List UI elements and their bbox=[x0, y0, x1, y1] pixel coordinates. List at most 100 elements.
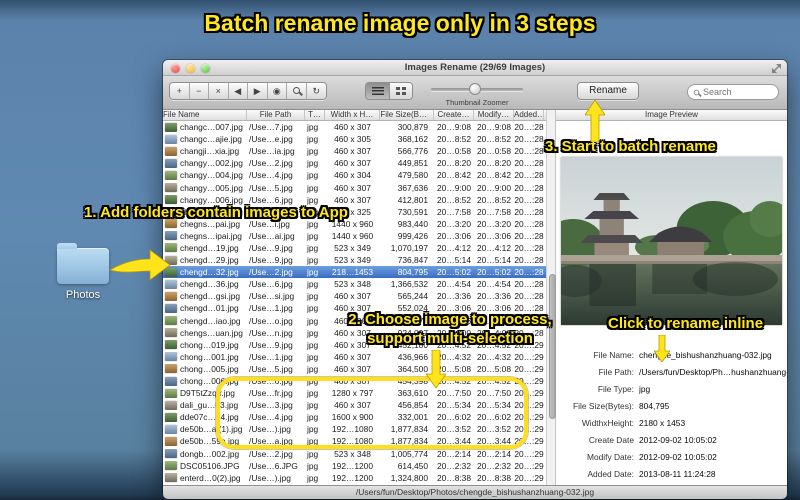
file-thumbnail-icon bbox=[165, 364, 177, 374]
table-row[interactable]: dongb…002.jpg /Use…2.jpg jpg 523 x 348 1… bbox=[163, 448, 546, 460]
column-header-modified[interactable]: Modify… bbox=[474, 110, 514, 120]
column-header-path[interactable]: File Path bbox=[247, 110, 305, 120]
file-size-cell: 999,426 bbox=[397, 230, 428, 241]
file-name-cell: chengd…01.jpg bbox=[180, 303, 239, 314]
table-row[interactable]: chengd…19.jpg /Use…9.jpg jpg 523 x 349 1… bbox=[163, 242, 546, 254]
file-name-cell: changy…002.jpg bbox=[180, 158, 243, 169]
file-thumbnail-icon bbox=[165, 449, 177, 459]
dimensions-cell: 460 x 305 bbox=[334, 134, 371, 145]
added-date-cell: 20…:28 bbox=[514, 194, 544, 205]
file-path-cell: /Use…2.jpg bbox=[249, 267, 293, 278]
info-field-value: jpg bbox=[639, 384, 651, 395]
table-row[interactable]: changji…xia.jpg /Use…ia.jpg jpg 460 x 30… bbox=[163, 145, 546, 157]
added-date-cell: 20…:28 bbox=[514, 146, 544, 157]
table-row[interactable]: chengd…gsi.jpg /Use…si.jpg jpg 460 x 307… bbox=[163, 290, 546, 302]
preview-button[interactable]: ◉ bbox=[268, 83, 287, 99]
info-field[interactable]: Create Date 2012-09-02 10:05:02 bbox=[556, 431, 787, 448]
create-date-cell: 20…7:58 bbox=[437, 206, 471, 217]
search-input[interactable] bbox=[703, 87, 773, 97]
info-field[interactable]: File Path: /Users/fun/Desktop/Ph…hushanz… bbox=[556, 364, 787, 381]
table-row[interactable]: chegns…ipai.jpg /Use…ai.jpg jpg 1440 x 9… bbox=[163, 230, 546, 242]
thumbnail-zoomer-label: Thumbnail Zoomer bbox=[445, 98, 509, 107]
file-size-cell: 412,801 bbox=[397, 194, 428, 205]
info-field[interactable]: File Name: chengde_bishushanzhuang-032.j… bbox=[556, 347, 787, 364]
table-row[interactable]: chong…001.jpg /Use…1.jpg jpg 460 x 307 4… bbox=[163, 351, 546, 363]
info-field[interactable]: Modify Date: 2012-09-02 10:05:02 bbox=[556, 448, 787, 465]
create-date-cell: 20…9:00 bbox=[437, 182, 471, 193]
close-window-icon[interactable] bbox=[171, 64, 180, 73]
file-size-cell: 449,851 bbox=[397, 158, 428, 169]
file-path-cell: /Use…2.jpg bbox=[249, 448, 293, 459]
file-type-cell: jpg bbox=[307, 230, 319, 241]
desktop: Photos Images Rename (29/69 Images) + − × ◀… bbox=[0, 0, 800, 500]
table-row[interactable]: enterd…0(2).jpg /Use…).jpg jpg 192…1200 … bbox=[163, 472, 546, 484]
create-date-cell: 20…3:36 bbox=[437, 291, 471, 302]
table-row[interactable]: chengd…29.jpg /Use…9.jpg jpg 523 x 349 7… bbox=[163, 254, 546, 266]
table-row[interactable]: changc…ajie.jpg /Use…e.jpg jpg 460 x 305… bbox=[163, 133, 546, 145]
refresh-button[interactable]: ↻ bbox=[307, 83, 327, 99]
modify-date-cell: 20…2:14 bbox=[477, 448, 511, 459]
dimensions-cell: 523 x 349 bbox=[334, 255, 371, 266]
modify-date-cell: 20…5:08 bbox=[477, 363, 511, 374]
search-field[interactable] bbox=[687, 84, 779, 100]
grid-view-button[interactable] bbox=[389, 83, 412, 99]
slider-knob[interactable] bbox=[469, 83, 481, 95]
column-header-type[interactable]: T… bbox=[305, 110, 325, 120]
expand-icon[interactable] bbox=[772, 64, 781, 73]
file-size-cell: 300,879 bbox=[397, 122, 428, 133]
column-header-added[interactable]: Added… bbox=[514, 110, 544, 120]
table-row[interactable]: changy…005.jpg /Use…5.jpg jpg 460 x 307 … bbox=[163, 181, 546, 193]
info-field[interactable]: Added Date: 2013-08-11 11:24:28 bbox=[556, 465, 787, 482]
file-name-cell: changy…005.jpg bbox=[180, 182, 243, 193]
file-size-cell: 565,244 bbox=[397, 291, 428, 302]
file-type-cell: jpg bbox=[307, 363, 319, 374]
info-field[interactable]: File Type: jpg bbox=[556, 381, 787, 398]
column-header-size[interactable]: File Size(B… bbox=[380, 110, 434, 120]
photos-folder[interactable]: Photos bbox=[50, 240, 116, 301]
info-field[interactable]: File Size(Bytes): 804,795 bbox=[556, 398, 787, 415]
file-path-cell: /Use…6.jpg bbox=[249, 279, 293, 290]
minimize-window-icon[interactable] bbox=[186, 64, 195, 73]
file-size-cell: 983,440 bbox=[397, 218, 428, 229]
window-titlebar[interactable]: Images Rename (29/69 Images) bbox=[163, 60, 787, 76]
zoom-button[interactable] bbox=[287, 83, 307, 99]
next-button[interactable]: ▶ bbox=[248, 83, 268, 99]
previous-button[interactable]: ◀ bbox=[229, 83, 248, 99]
table-row[interactable]: chengd…36.jpg /Use…6.jpg jpg 523 x 348 1… bbox=[163, 278, 546, 290]
column-header-dims[interactable]: Width x H… bbox=[325, 110, 380, 120]
column-header-created[interactable]: Create… bbox=[434, 110, 474, 120]
table-header[interactable]: File Name File Path T… Width x H… File Size(… bbox=[163, 110, 546, 121]
thumbnail-zoomer-slider[interactable] bbox=[431, 83, 523, 95]
table-scrollbar[interactable] bbox=[546, 110, 556, 485]
file-type-cell: jpg bbox=[307, 267, 319, 278]
file-type-cell: jpg bbox=[307, 170, 319, 181]
file-type-cell: jpg bbox=[307, 279, 319, 290]
add-button[interactable]: + bbox=[170, 83, 190, 99]
table-row[interactable]: changy…004.jpg /Use…4.jpg jpg 460 x 304 … bbox=[163, 169, 546, 181]
added-date-cell: 20…:29 bbox=[514, 472, 544, 483]
table-row[interactable]: changc…007.jpg /Use…7.jpg jpg 460 x 307 … bbox=[163, 121, 546, 133]
file-type-cell: jpg bbox=[307, 448, 319, 459]
remove-button[interactable]: − bbox=[190, 83, 209, 99]
file-path-cell: /Use…9.jpg bbox=[249, 339, 293, 350]
file-info-list: File Name: chengde_bishushanzhuang-032.j… bbox=[556, 347, 787, 482]
rename-button[interactable]: Rename bbox=[577, 82, 639, 100]
file-path-cell: /Use…).jpg bbox=[249, 472, 291, 483]
added-date-cell: 20…:29 bbox=[514, 363, 544, 374]
zoom-window-icon[interactable] bbox=[201, 64, 210, 73]
column-header-name[interactable]: File Name bbox=[163, 110, 247, 120]
file-name-cell: changy…004.jpg bbox=[180, 170, 243, 181]
file-name-cell: chengd…iao.jpg bbox=[180, 315, 241, 326]
table-row[interactable]: chengd…32.jpg /Use…2.jpg jpg 218…1453 80… bbox=[163, 266, 546, 279]
delete-button[interactable]: × bbox=[209, 83, 229, 99]
file-type-cell: jpg bbox=[307, 134, 319, 145]
info-field[interactable]: WidthxHeight: 2180 x 1453 bbox=[556, 415, 787, 432]
list-view-button[interactable] bbox=[366, 83, 389, 99]
create-date-cell: 20…8:42 bbox=[437, 170, 471, 181]
toolbar-button-group: + − × ◀ ▶ ◉ ↻ bbox=[169, 82, 327, 100]
file-thumbnail-icon bbox=[165, 328, 177, 338]
table-row[interactable]: changy…002.jpg /Use…2.jpg jpg 460 x 307 … bbox=[163, 157, 546, 169]
table-row[interactable]: DSC05106.JPG /Use…6.JPG jpg 192…1200 614… bbox=[163, 460, 546, 472]
table-row[interactable]: chong…005.jpg /Use…5.jpg jpg 460 x 307 3… bbox=[163, 363, 546, 375]
file-type-cell: jpg bbox=[307, 339, 319, 350]
